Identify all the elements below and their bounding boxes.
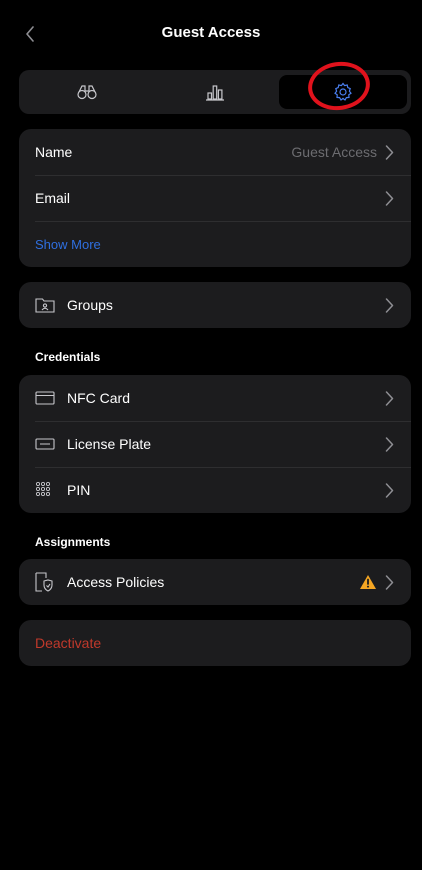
nfc-card-row[interactable]: NFC Card [19,375,411,421]
chevron-right-icon [385,574,394,590]
folder-users-icon [35,298,55,313]
license-plate-label: License Plate [67,436,152,452]
gear-icon [334,82,352,101]
keypad-icon [35,481,51,497]
binoculars-icon [77,85,97,100]
show-more-row[interactable]: Show More [19,221,411,267]
license-plate-row[interactable]: License Plate [19,421,411,467]
groups-card: Groups [19,282,411,328]
page-title: Guest Access [161,24,261,41]
email-label: Email [35,190,71,206]
tab-activity[interactable] [151,75,279,109]
nav-header: Guest Access [4,4,418,64]
name-label: Name [35,144,73,160]
tab-settings[interactable] [279,75,407,109]
chevron-right-icon [385,482,394,498]
deactivate-button[interactable]: Deactivate [35,635,101,651]
groups-label: Groups [67,297,113,313]
warning-icon [360,575,376,589]
profile-card: Name Guest Access Email Show More [19,129,411,267]
chevron-right-icon [385,390,394,406]
pin-label: PIN [67,482,91,498]
deactivate-row[interactable]: Deactivate [19,620,411,666]
credentials-heading: Credentials [35,350,101,364]
assignments-card: Access Policies [19,559,411,605]
groups-row[interactable]: Groups [19,282,411,328]
show-more-link[interactable]: Show More [35,237,101,252]
app-screen: Guest Access Name Guest Access Email Sho… [4,4,418,866]
name-row[interactable]: Name Guest Access [19,129,411,175]
chevron-right-icon [385,144,394,160]
chevron-right-icon [385,436,394,452]
chevron-right-icon [385,297,394,313]
credentials-card: NFC Card License Plate PIN [19,375,411,513]
deactivate-card: Deactivate [19,620,411,666]
license-plate-icon [35,438,55,450]
pin-row[interactable]: PIN [19,467,411,513]
name-value: Guest Access [291,144,377,160]
access-policies-row[interactable]: Access Policies [19,559,411,605]
segmented-control [19,70,411,114]
bar-chart-icon [206,85,224,101]
email-row[interactable]: Email [19,175,411,221]
nfc-card-label: NFC Card [67,390,131,406]
tab-overview[interactable] [23,75,151,109]
policy-shield-icon [35,572,53,592]
chevron-right-icon [385,190,394,206]
card-icon [35,391,55,405]
access-policies-label: Access Policies [67,574,165,590]
assignments-heading: Assignments [35,535,111,549]
